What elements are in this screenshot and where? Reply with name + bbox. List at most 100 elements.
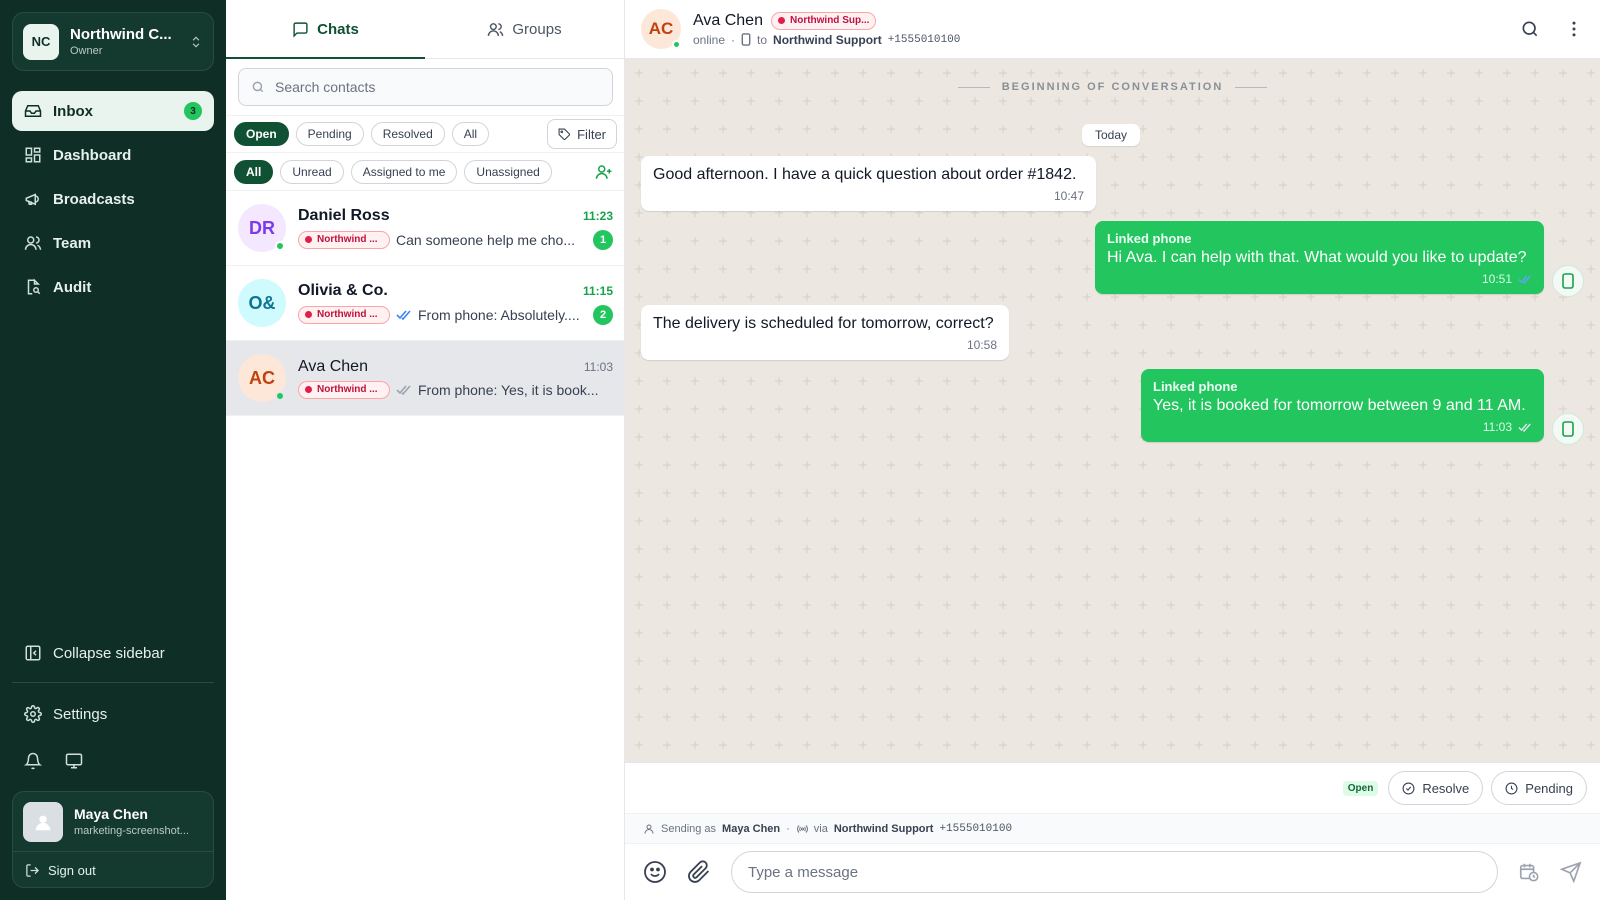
status-badge: Open <box>1342 780 1379 796</box>
message-bubble-outgoing[interactable]: Linked phone Hi Ava. I can help with tha… <box>1095 221 1544 294</box>
sending-number: +1555010100 <box>939 822 1013 835</box>
sidebar-item-inbox[interactable]: Inbox 3 <box>12 91 214 131</box>
filter-label: Filter <box>577 126 606 142</box>
sidebar-item-team[interactable]: Team <box>12 223 214 263</box>
emoji-icon[interactable] <box>643 860 667 884</box>
user-name: Maya Chen <box>74 806 148 822</box>
to-label: to <box>757 32 768 47</box>
filter-assigned-to-me[interactable]: Assigned to me <box>350 159 458 184</box>
double-check-icon <box>1518 275 1532 284</box>
separator-dot: · <box>731 32 736 47</box>
tab-chats[interactable]: Chats <box>226 0 425 59</box>
contact-avatar[interactable]: AC <box>641 9 681 49</box>
tab-groups[interactable]: Groups <box>425 0 624 58</box>
filter-open[interactable]: Open <box>234 122 289 146</box>
tab-label: Chats <box>317 20 359 38</box>
conversation-item-selected[interactable]: AC Ava Chen 11:03 Northwind ... From pho… <box>226 341 625 416</box>
unread-count-badge: 2 <box>593 304 613 325</box>
message-bubble-outgoing[interactable]: Linked phone Yes, it is booked for tomor… <box>1141 369 1544 442</box>
message-preview: Can someone help me cho... <box>396 231 575 248</box>
contact-avatar: O& <box>238 279 286 327</box>
conversation-time: 11:03 <box>583 359 613 374</box>
sending-as-bar: Sending as Maya Chen · via Northwind Sup… <box>625 813 1600 843</box>
message-time: 10:58 <box>966 338 997 352</box>
filter-all[interactable]: All <box>234 159 274 184</box>
resolve-label: Resolve <box>1422 780 1470 796</box>
message-text: The delivery is scheduled for tomorrow, … <box>653 315 994 332</box>
sending-channel: Northwind Support <box>833 822 934 835</box>
search-icon[interactable] <box>1520 19 1540 39</box>
channel-tag-label: Northwind ... <box>317 309 378 320</box>
conversation-item[interactable]: O& Olivia & Co. 11:15 Northwind ... From… <box>226 266 625 341</box>
message-input[interactable] <box>731 851 1498 893</box>
dashboard-icon <box>24 146 42 164</box>
bell-icon[interactable] <box>24 752 42 770</box>
avatar-initials: AC <box>648 19 674 38</box>
filter-all-status[interactable]: All <box>451 122 490 146</box>
org-switcher[interactable]: NC Northwind C... Owner <box>12 12 214 71</box>
user-profile[interactable]: Maya Chen marketing-screenshot... <box>13 792 213 851</box>
paperclip-icon[interactable] <box>687 860 711 884</box>
schedule-message-icon[interactable] <box>1518 861 1540 883</box>
contact-name: Olivia & Co. <box>298 281 388 299</box>
sidebar-utility-icons <box>24 752 84 770</box>
avatar-initials: O& <box>248 292 276 313</box>
user-plus-icon[interactable] <box>595 163 613 181</box>
app-root: NC Northwind C... Owner Inbox 3 Dashboar… <box>0 0 1600 900</box>
chat-bubble-icon <box>292 21 309 38</box>
message-area[interactable]: BEGINNING OF CONVERSATION Today Good aft… <box>625 59 1600 762</box>
pending-label: Pending <box>1525 780 1573 796</box>
resolve-button[interactable]: Resolve <box>1388 771 1484 805</box>
pending-button[interactable]: Pending <box>1491 771 1587 805</box>
sidebar-nav: Inbox 3 Dashboard Broadcasts Team Audit <box>12 91 214 311</box>
filter-unassigned[interactable]: Unassigned <box>464 159 552 184</box>
clock-icon <box>1505 782 1518 795</box>
contact-avatar: DR <box>238 204 286 252</box>
collapse-sidebar-button[interactable]: Collapse sidebar <box>12 633 214 673</box>
channel-tag: Northwind ... <box>298 230 390 249</box>
org-role: Owner <box>70 45 103 57</box>
sidebar-item-audit[interactable]: Audit <box>12 267 214 307</box>
unread-count-badge: 1 <box>593 229 613 250</box>
search-input[interactable] <box>275 79 600 95</box>
sign-out-label: Sign out <box>48 862 96 878</box>
tag-icon <box>558 128 571 141</box>
channel-number: +1555010100 <box>887 33 961 46</box>
org-logo: NC <box>23 23 59 60</box>
filter-pending[interactable]: Pending <box>295 122 364 146</box>
conversation-start-label: BEGINNING OF CONVERSATION <box>1001 81 1224 93</box>
sidebar-item-label: Audit <box>53 278 92 296</box>
send-icon[interactable] <box>1560 861 1582 883</box>
more-vertical-icon[interactable] <box>1564 19 1584 39</box>
team-icon <box>24 234 42 252</box>
filter-button[interactable]: Filter <box>547 119 617 149</box>
sending-agent: Maya Chen <box>722 822 781 835</box>
message-time: 10:47 <box>1053 189 1084 203</box>
linked-phone-button[interactable] <box>1552 413 1584 445</box>
filter-resolved[interactable]: Resolved <box>370 122 445 146</box>
status-filter-row: Open Pending Resolved All Filter <box>226 115 625 153</box>
conversation-list-panel: Chats Groups Open Pending Resolved All F… <box>226 0 625 900</box>
message-bubble-incoming[interactable]: Good afternoon. I have a quick question … <box>641 156 1096 211</box>
message-bubble-incoming[interactable]: The delivery is scheduled for tomorrow, … <box>641 305 1009 360</box>
settings-button[interactable]: Settings <box>12 694 214 734</box>
monitor-icon[interactable] <box>64 752 84 770</box>
separator-dot: · <box>786 822 790 835</box>
sidebar-item-broadcasts[interactable]: Broadcasts <box>12 179 214 219</box>
message-text: Good afternoon. I have a quick question … <box>653 166 1077 183</box>
linked-phone-button[interactable] <box>1552 265 1584 297</box>
filter-unread[interactable]: Unread <box>280 159 344 184</box>
contact-avatar: AC <box>238 354 286 402</box>
search-box <box>238 68 613 106</box>
sidebar-item-dashboard[interactable]: Dashboard <box>12 135 214 175</box>
sign-out-button[interactable]: Sign out <box>13 851 213 887</box>
assignment-filter-row: All Unread Assigned to me Unassigned <box>226 153 625 191</box>
org-name: Northwind C... <box>70 26 172 43</box>
contact-name[interactable]: Ava Chen <box>693 12 763 30</box>
sidebar-item-label: Inbox <box>53 102 93 120</box>
check-circle-icon <box>1402 782 1415 795</box>
conversation-item[interactable]: DR Daniel Ross 11:23 Northwind ... Can s… <box>226 191 625 266</box>
broadcast-signal-icon <box>796 823 808 835</box>
avatar-initials: DR <box>249 217 275 238</box>
message-source-label: Linked phone <box>1107 231 1192 246</box>
